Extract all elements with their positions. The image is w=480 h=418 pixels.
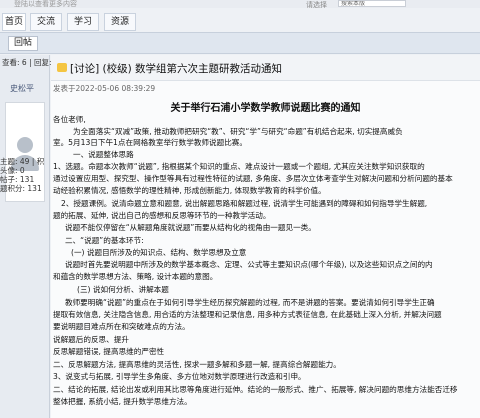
doc-line: 整体把握, 系统小结, 提升数学思维方法。	[53, 397, 192, 406]
top-bar: 登陆以查看更多内容 请选择 搜索本版	[0, 0, 480, 10]
doc-line: 动经验积累情况, 感悟数学的理性精神, 形成创新能力, 体现数学教育的科学价值。	[53, 186, 326, 195]
post-title: [讨论] (校级) 数学组第六次主题研教活动通知	[70, 63, 283, 75]
action-strip: 回帖	[0, 32, 480, 54]
doc-line: 通过设置应用型、探究型、操作型等具有过程性特征的试题, 多角度、多层次立体考查学…	[53, 174, 453, 183]
tab-resources[interactable]: 资源	[104, 13, 136, 31]
doc-line: 3、说变式与拓展, 引导学生多角度、多方位地对数学原理进行改造和引申。	[53, 372, 306, 381]
post-content: [讨论] (校级) 数学组第六次主题研教活动通知 发表于2022-05-06 0…	[51, 55, 480, 418]
doc-line: 二、“说题”的基本环节:	[65, 236, 144, 245]
doc-line: 和蕴含的数学思想方法、策略, 设计本题的意图。	[53, 272, 218, 281]
post-document: 关于举行石浦小学数学教师说题比赛的通知 各位老师, 为全面落实“双减”政策, 推…	[51, 93, 480, 418]
user-posts: 帖子: 131	[0, 175, 35, 184]
tab-exchange[interactable]: 交流	[30, 13, 62, 31]
tab-home[interactable]: 首页	[2, 13, 26, 31]
doc-line: 说题不能仅停留在“从解题角度就说题”而要从结构化的视角由一题见一类。	[65, 223, 316, 232]
doc-line: 1、选题。命题本次教师“说题”, 指根据某个知识的重点、难点设计一题或一个题组,…	[53, 162, 425, 171]
doc-line: 2、授题课例。说清命题立意和题意, 说出解题思路和解题过程, 说清学生可能遇到的…	[61, 199, 428, 208]
search-scope-label[interactable]: 请选择	[306, 0, 327, 10]
doc-line: 二、反思解题方法, 提高思维的灵活性, 探求一题多解和多题一解, 提高综合解题能…	[53, 360, 341, 369]
reply-button[interactable]: 回帖	[8, 36, 38, 51]
doc-line: 说解题后的反思、提升	[53, 335, 129, 344]
post-title-bar: [讨论] (校级) 数学组第六次主题研教活动通知	[51, 55, 480, 81]
doc-line: 为全面落实“双减”政策, 推动教师把研究“教”、研究“学”与研究“命题”有机结合…	[73, 127, 403, 136]
doc-line: 教师要明确“说题”的重点在于如何引导学生经历探究解题的过程, 而不是讲题的答案。…	[65, 298, 435, 307]
avatar-head-icon	[17, 137, 33, 153]
doc-line: 各位老师,	[53, 115, 86, 124]
doc-line: (一) 说题目所涉及的知识点、结构、数学思想及立意	[71, 248, 247, 257]
user-topics: 主题: 49 | 积	[0, 157, 45, 166]
document-title: 关于举行石浦小学数学教师说题比赛的通知	[170, 103, 361, 114]
doc-line: 室。5月13日下午1点在网格教室举行数学教师说题比赛。	[53, 138, 247, 147]
doc-line: 反思解题错误, 提高思维的严密性	[53, 347, 165, 356]
user-avatar-count: 头像: 0	[0, 166, 25, 175]
author-sidebar: 查看: 6 | 回复: 1 史松平 主题: 49 | 积 头像: 0 帖子: 1…	[0, 55, 59, 418]
tab-study[interactable]: 学习	[67, 13, 99, 31]
search-input[interactable]: 搜索本版	[338, 0, 406, 7]
doc-line: 要说明题目难点所在和突破难点的方法。	[53, 322, 190, 331]
doc-line: 提取有效信息, 关注隐含信息, 用合适的方法整理和记录信息, 用多种方式表征信息…	[53, 310, 442, 319]
doc-line: 一、说题整体思路	[73, 150, 134, 159]
doc-line: 说题时首先要说明题中所涉及的数学基本概念、定理、公式等主要知识点(哪个年级), …	[65, 260, 433, 269]
login-hint[interactable]: 登陆以查看更多内容	[14, 0, 77, 9]
doc-line: (三) 说如何分析、讲解本题	[77, 285, 169, 294]
user-info: 主题: 49 | 积 头像: 0 帖子: 131 题积分: 131	[0, 157, 44, 193]
author-name[interactable]: 史松平	[10, 83, 34, 94]
user-points: 题积分: 131	[0, 184, 42, 193]
post-type-icon	[57, 63, 67, 72]
main-nav: 首页 交流 学习 资源	[0, 10, 480, 32]
doc-line: 题的拓展、延伸, 说出自己的感想和反思等环节的一种教学活动。	[53, 211, 271, 220]
doc-line: 二、结论的拓展, 结论出发或利用其比思等角度进行延伸。结论的一般形式、推广、拓展…	[53, 385, 458, 394]
